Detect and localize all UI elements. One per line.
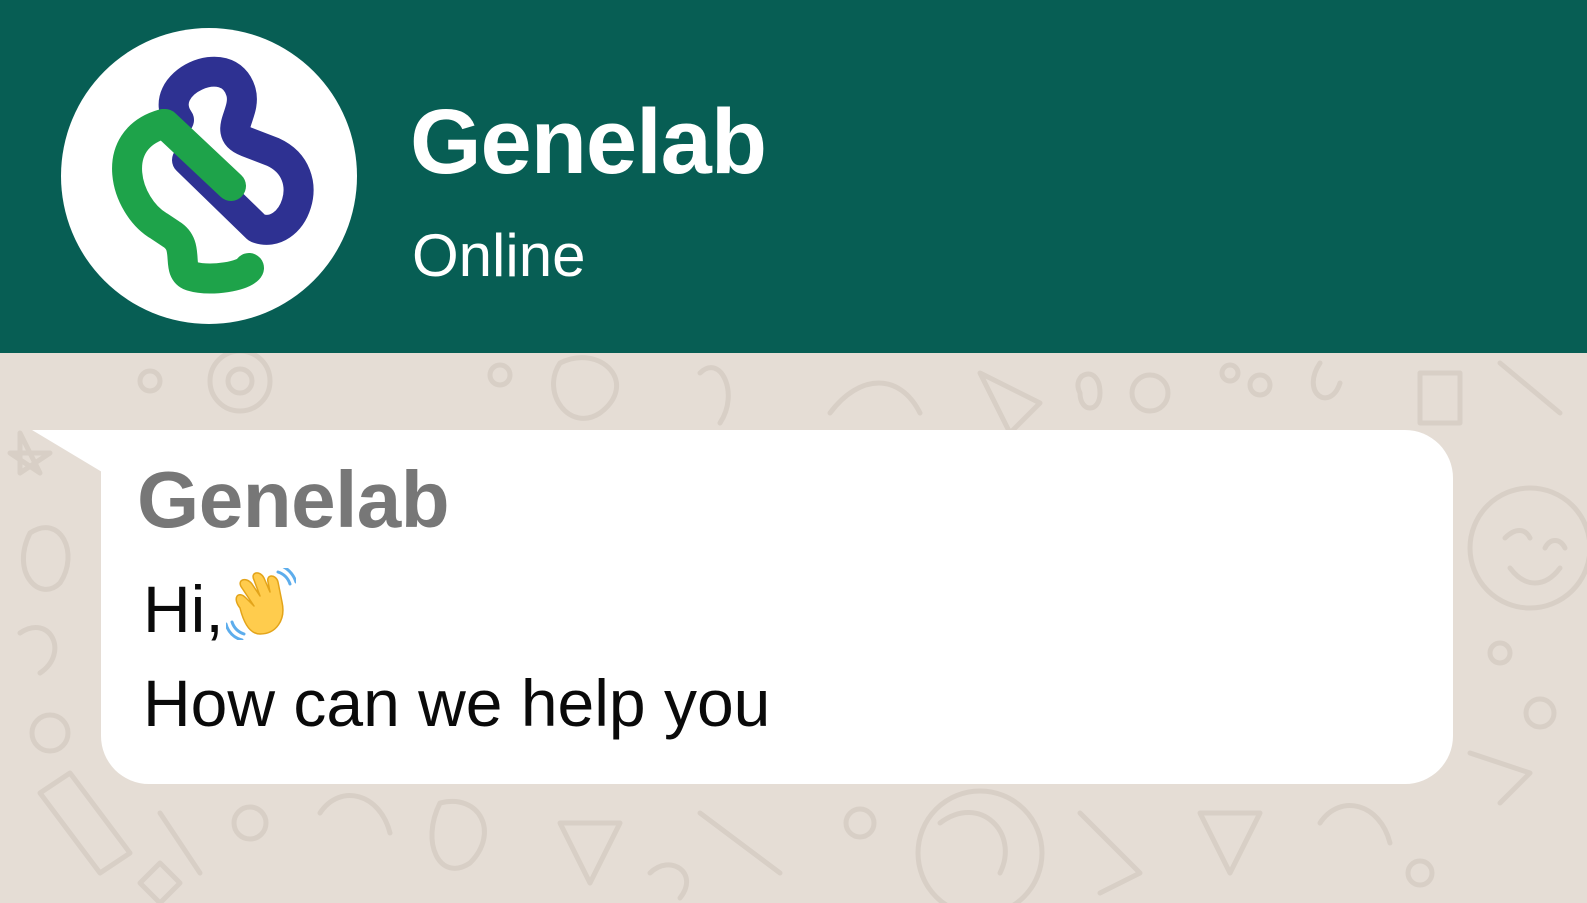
message-bubble-tail <box>32 430 102 472</box>
avatar[interactable] <box>61 28 357 324</box>
message-sender: Genelab <box>137 455 450 544</box>
contact-name[interactable]: Genelab <box>410 96 767 188</box>
message-line-2: How can we help you <box>143 666 771 740</box>
message-line-1: Hi, <box>143 568 296 642</box>
message-greeting: Hi, <box>143 572 224 646</box>
genelab-logo-icon <box>112 56 314 294</box>
contact-status: Online <box>412 222 586 289</box>
message-bubble[interactable]: Genelab Hi, How can we help you <box>101 430 1453 784</box>
waving-hand-icon <box>225 568 296 640</box>
chat-header: Genelab Online <box>0 0 1587 353</box>
